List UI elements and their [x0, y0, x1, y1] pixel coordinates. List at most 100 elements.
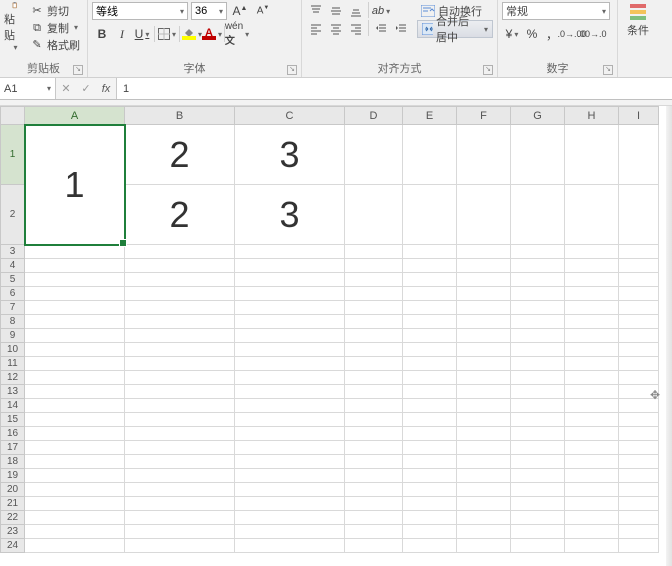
dialog-launcher-icon[interactable]: ↘ [73, 65, 83, 75]
cell[interactable] [457, 413, 511, 427]
cell[interactable] [235, 301, 345, 315]
cell[interactable] [125, 483, 235, 497]
cell[interactable] [125, 539, 235, 553]
cell[interactable] [457, 441, 511, 455]
cell[interactable] [403, 497, 457, 511]
cell[interactable] [25, 245, 125, 259]
cell[interactable] [403, 301, 457, 315]
font-size-input[interactable] [195, 5, 219, 17]
row-header[interactable]: 14 [1, 399, 25, 413]
column-header[interactable]: D [345, 107, 403, 125]
cell[interactable] [565, 343, 619, 357]
cell[interactable] [345, 413, 403, 427]
cell[interactable] [345, 525, 403, 539]
row-header[interactable]: 19 [1, 469, 25, 483]
cell[interactable] [403, 287, 457, 301]
format-painter-button[interactable]: ✎ 格式刷 [27, 36, 83, 53]
align-top-button[interactable] [306, 2, 326, 20]
cell[interactable] [235, 427, 345, 441]
cell[interactable] [125, 357, 235, 371]
cell[interactable] [565, 469, 619, 483]
align-right-button[interactable] [346, 20, 366, 38]
cell[interactable] [457, 371, 511, 385]
increase-indent-button[interactable] [391, 20, 411, 38]
cell[interactable] [457, 525, 511, 539]
row-header[interactable]: 10 [1, 343, 25, 357]
align-middle-button[interactable] [326, 2, 346, 20]
align-bottom-button[interactable] [346, 2, 366, 20]
cell[interactable] [565, 385, 619, 399]
column-header[interactable]: E [403, 107, 457, 125]
decrease-decimal-button[interactable]: .00→.0 [582, 25, 602, 43]
cell[interactable] [25, 399, 125, 413]
cell[interactable] [511, 259, 565, 273]
cell[interactable] [345, 455, 403, 469]
dialog-launcher-icon[interactable]: ↘ [287, 65, 297, 75]
cell[interactable] [511, 399, 565, 413]
cell[interactable] [565, 329, 619, 343]
cell[interactable] [619, 371, 659, 385]
row-header[interactable]: 11 [1, 357, 25, 371]
cell[interactable] [235, 413, 345, 427]
number-format-combo[interactable]: 常规 ▾ [502, 2, 610, 20]
cell[interactable] [25, 315, 125, 329]
cell[interactable] [511, 371, 565, 385]
decrease-font-button[interactable]: A▼ [253, 2, 273, 20]
cell[interactable] [345, 371, 403, 385]
row-header[interactable]: 9 [1, 329, 25, 343]
row-header[interactable]: 24 [1, 539, 25, 553]
cell[interactable] [235, 399, 345, 413]
cell[interactable] [345, 259, 403, 273]
cell[interactable] [457, 301, 511, 315]
cell[interactable] [565, 483, 619, 497]
cell[interactable] [235, 385, 345, 399]
cell[interactable] [511, 469, 565, 483]
row-header[interactable]: 15 [1, 413, 25, 427]
cell[interactable] [125, 301, 235, 315]
column-header[interactable]: H [565, 107, 619, 125]
cell[interactable] [619, 185, 659, 245]
accounting-format-button[interactable]: ¥▾ [502, 25, 522, 43]
cell[interactable] [403, 371, 457, 385]
cell[interactable] [403, 343, 457, 357]
cell[interactable] [235, 343, 345, 357]
conditional-format-button[interactable]: 条件 [622, 2, 654, 38]
cell[interactable] [403, 413, 457, 427]
cell[interactable]: 3 [235, 125, 345, 185]
cell[interactable] [619, 427, 659, 441]
row-header[interactable]: 22 [1, 511, 25, 525]
select-all-corner[interactable] [1, 107, 25, 125]
cell[interactable] [511, 329, 565, 343]
sheet-table[interactable]: ABCDEFGHI 112322334567891011121314151617… [0, 106, 659, 553]
cell[interactable] [619, 413, 659, 427]
cell[interactable] [125, 259, 235, 273]
cell[interactable] [457, 315, 511, 329]
font-size-combo[interactable]: ▾ [191, 2, 227, 20]
row-header[interactable]: 23 [1, 525, 25, 539]
align-left-button[interactable] [306, 20, 326, 38]
cell[interactable] [345, 357, 403, 371]
cell[interactable] [235, 497, 345, 511]
cell[interactable] [345, 343, 403, 357]
cell[interactable] [457, 245, 511, 259]
merge-center-button[interactable]: 合并后居中 ▾ [417, 20, 493, 38]
row-header[interactable]: 8 [1, 315, 25, 329]
row-header[interactable]: 18 [1, 455, 25, 469]
cell[interactable] [345, 441, 403, 455]
cell[interactable] [403, 315, 457, 329]
cell[interactable] [403, 469, 457, 483]
cell[interactable] [345, 273, 403, 287]
cell[interactable] [125, 427, 235, 441]
cell[interactable] [619, 441, 659, 455]
cell[interactable] [403, 185, 457, 245]
cancel-formula-button[interactable]: ✕ [56, 82, 76, 95]
row-header[interactable]: 3 [1, 245, 25, 259]
underline-button[interactable]: U▾ [132, 25, 152, 43]
dialog-launcher-icon[interactable]: ↘ [483, 65, 493, 75]
cell[interactable] [511, 357, 565, 371]
bold-button[interactable]: B [92, 25, 112, 43]
cell[interactable] [403, 273, 457, 287]
cell[interactable] [403, 539, 457, 553]
formula-input[interactable]: 1 [117, 78, 672, 99]
cell[interactable] [457, 469, 511, 483]
